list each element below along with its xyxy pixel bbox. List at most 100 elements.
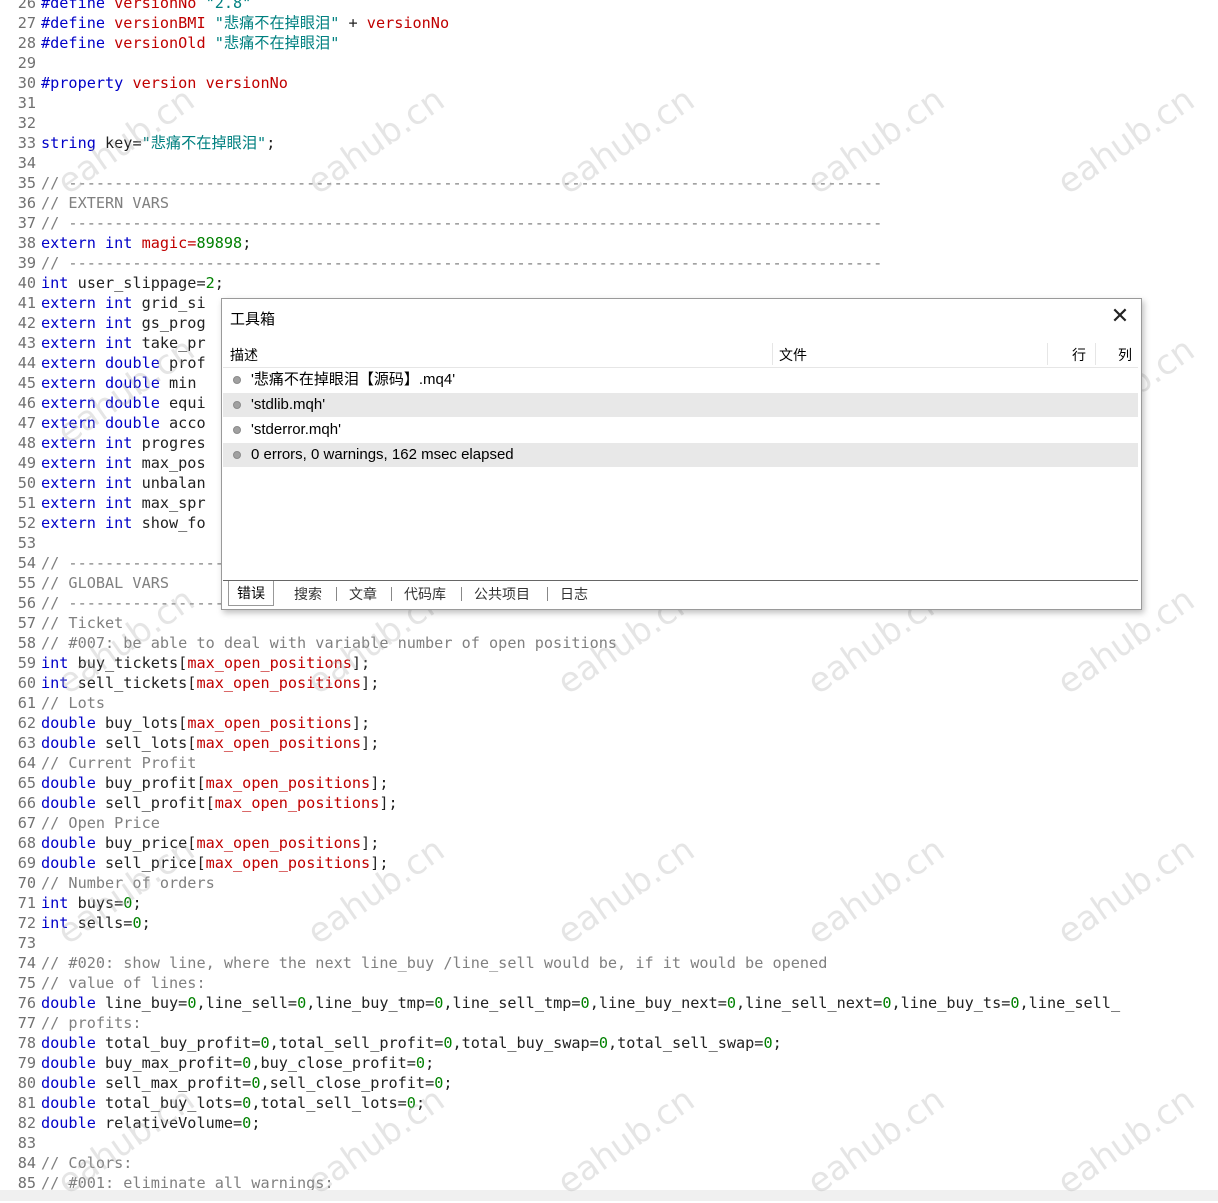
list-item[interactable]: 'stderror.mqh' (223, 418, 1138, 442)
code-line[interactable]: 70 // Number of orders (0, 873, 1218, 893)
code-line[interactable]: 65 double buy_profit[max_open_positions]; (0, 773, 1218, 793)
code-line[interactable]: 71 int buys=0; (0, 893, 1218, 913)
tab-code-base[interactable]: 代码库 (404, 584, 446, 606)
code-line[interactable]: 66 double sell_profit[max_open_positions]… (0, 793, 1218, 813)
code-line[interactable]: 64 // Current Profit (0, 753, 1218, 773)
code-line[interactable]: 68 double buy_price[max_open_positions]; (0, 833, 1218, 853)
code-token: int (105, 454, 142, 472)
tab-errors[interactable]: 错误 (228, 581, 274, 606)
code-line[interactable]: 39 // -----------------------------------… (0, 253, 1218, 273)
code-line[interactable]: 38 extern int magic=89898; (0, 233, 1218, 253)
code-line[interactable]: 83 (0, 1133, 1218, 1153)
column-description[interactable]: 描述 (230, 345, 258, 365)
code-line[interactable]: 84 // Colors: (0, 1153, 1218, 1173)
list-item[interactable]: 'stdlib.mqh' (223, 393, 1138, 417)
code-line[interactable]: 75 // value of lines: (0, 973, 1218, 993)
line-number: 42 (17, 314, 36, 332)
status-strip (0, 1190, 1218, 1201)
code-line[interactable]: 30 #property version versionNo (0, 73, 1218, 93)
line-number: 40 (17, 274, 36, 292)
tab-search[interactable]: 搜索 (294, 584, 322, 606)
code-token: 0 (763, 1034, 773, 1052)
code-line[interactable]: 29 (0, 53, 1218, 73)
code-line[interactable]: 63 double sell_lots[max_open_positions]; (0, 733, 1218, 753)
tab-divider (547, 587, 548, 601)
code-line[interactable]: 78 double total_buy_profit=0,total_sell_p… (0, 1033, 1218, 1053)
column-col[interactable]: 列 (1118, 345, 1132, 365)
code-line[interactable]: 62 double buy_lots[max_open_positions]; (0, 713, 1218, 733)
column-divider[interactable] (772, 343, 773, 365)
line-number: 76 (17, 994, 36, 1012)
code-line[interactable]: 58 // #007: be able to deal with variable… (0, 633, 1218, 653)
code-token: 2 (205, 274, 215, 292)
code-line[interactable]: 79 double buy_max_profit=0,buy_close_prof… (0, 1053, 1218, 1073)
code-token: 89898 (196, 234, 243, 252)
code-token: magic= (141, 234, 197, 252)
code-token: buy_tickets[ (77, 654, 188, 672)
tab-articles[interactable]: 文章 (349, 584, 377, 606)
code-token: ,total_sell_swap= (607, 1034, 764, 1052)
code-token: double (105, 414, 170, 432)
tab-journal[interactable]: 日志 (560, 584, 588, 606)
code-line[interactable]: 35 // -----------------------------------… (0, 173, 1218, 193)
code-token: 0 (443, 1034, 453, 1052)
code-line[interactable]: 32 (0, 113, 1218, 133)
code-line[interactable]: 73 (0, 933, 1218, 953)
code-token: extern (41, 334, 106, 352)
code-line[interactable]: 57 // Ticket (0, 613, 1218, 633)
list-item[interactable]: '悲痛不在掉眼泪【源码】.mq4' (223, 368, 1138, 392)
code-text: // -------------------------------------… (41, 174, 882, 192)
code-token: int (105, 234, 142, 252)
code-line[interactable]: 59 int buy_tickets[max_open_positions]; (0, 653, 1218, 673)
code-line[interactable]: 33 string key="悲痛不在掉眼泪"; (0, 133, 1218, 153)
code-text: double total_buy_lots=0,total_sell_lots=… (41, 1094, 425, 1112)
code-line[interactable]: 74 // #020: show line, where the next lin… (0, 953, 1218, 973)
code-line[interactable]: 72 int sells=0; (0, 913, 1218, 933)
column-line[interactable]: 行 (1072, 345, 1086, 365)
column-divider[interactable] (1047, 343, 1048, 365)
code-line[interactable]: 60 int sell_tickets[max_open_positions]; (0, 673, 1218, 693)
code-line[interactable]: 61 // Lots (0, 693, 1218, 713)
code-line[interactable]: 34 (0, 153, 1218, 173)
code-line[interactable]: 82 double relativeVolume=0; (0, 1113, 1218, 1133)
code-token: #define (41, 34, 115, 52)
list-item-text: '悲痛不在掉眼泪【源码】.mq4' (251, 371, 456, 388)
line-number: 30 (17, 74, 36, 92)
close-icon[interactable]: ✕ (1109, 305, 1131, 327)
line-number: 60 (17, 674, 36, 692)
code-token: // Current Profit (41, 754, 197, 772)
line-number: 74 (17, 954, 36, 972)
code-line[interactable]: 40 int user_slippage=2; (0, 273, 1218, 293)
toolbox-window[interactable]: 工具箱 ✕ 描述 文件 行 列 '悲痛不在掉眼泪【源码】.mq4' 'stdli… (221, 298, 1142, 610)
code-line[interactable]: 77 // profits: (0, 1013, 1218, 1033)
code-text: // Colors: (41, 1154, 132, 1172)
list-item[interactable]: 0 errors, 0 warnings, 162 msec elapsed (223, 443, 1138, 467)
code-token: versionNo (366, 14, 450, 32)
code-token: buy_lots[ (105, 714, 188, 732)
code-text: double total_buy_profit=0,total_sell_pro… (41, 1034, 782, 1052)
line-number: 41 (17, 294, 36, 312)
code-line[interactable]: 28 #define versionOld "悲痛不在掉眼泪" (0, 33, 1218, 53)
line-number: 59 (17, 654, 36, 672)
code-token: int (41, 894, 78, 912)
column-file[interactable]: 文件 (779, 345, 807, 365)
code-line[interactable]: 81 double total_buy_lots=0,total_sell_lot… (0, 1093, 1218, 1113)
code-line[interactable]: 26 #define versionNo "2.8" (0, 0, 1218, 13)
code-line[interactable]: 31 (0, 93, 1218, 113)
code-text: extern int progres (41, 434, 206, 452)
code-token: + (348, 14, 367, 32)
code-line[interactable]: 27 #define versionBMI "悲痛不在掉眼泪" + version… (0, 13, 1218, 33)
code-line[interactable]: 67 // Open Price (0, 813, 1218, 833)
code-line[interactable]: 69 double sell_price[max_open_positions]; (0, 853, 1218, 873)
code-token: double (41, 1074, 106, 1092)
code-line[interactable]: 80 double sell_max_profit= 0,sell_close_pr… (0, 1073, 1218, 1093)
code-token: ; (443, 1074, 453, 1092)
column-divider[interactable] (1095, 343, 1096, 365)
tab-public-projects[interactable]: 公共项目 (474, 584, 530, 606)
code-line[interactable]: 36 // EXTERN VARS (0, 193, 1218, 213)
line-number: 28 (17, 34, 36, 52)
code-token: ; (141, 914, 151, 932)
code-line[interactable]: 37 // -----------------------------------… (0, 213, 1218, 233)
code-text: double buy_lots[max_open_positions]; (41, 714, 370, 732)
code-line[interactable]: 76 double line_buy=0,line_sell=0,line_buy… (0, 993, 1218, 1013)
